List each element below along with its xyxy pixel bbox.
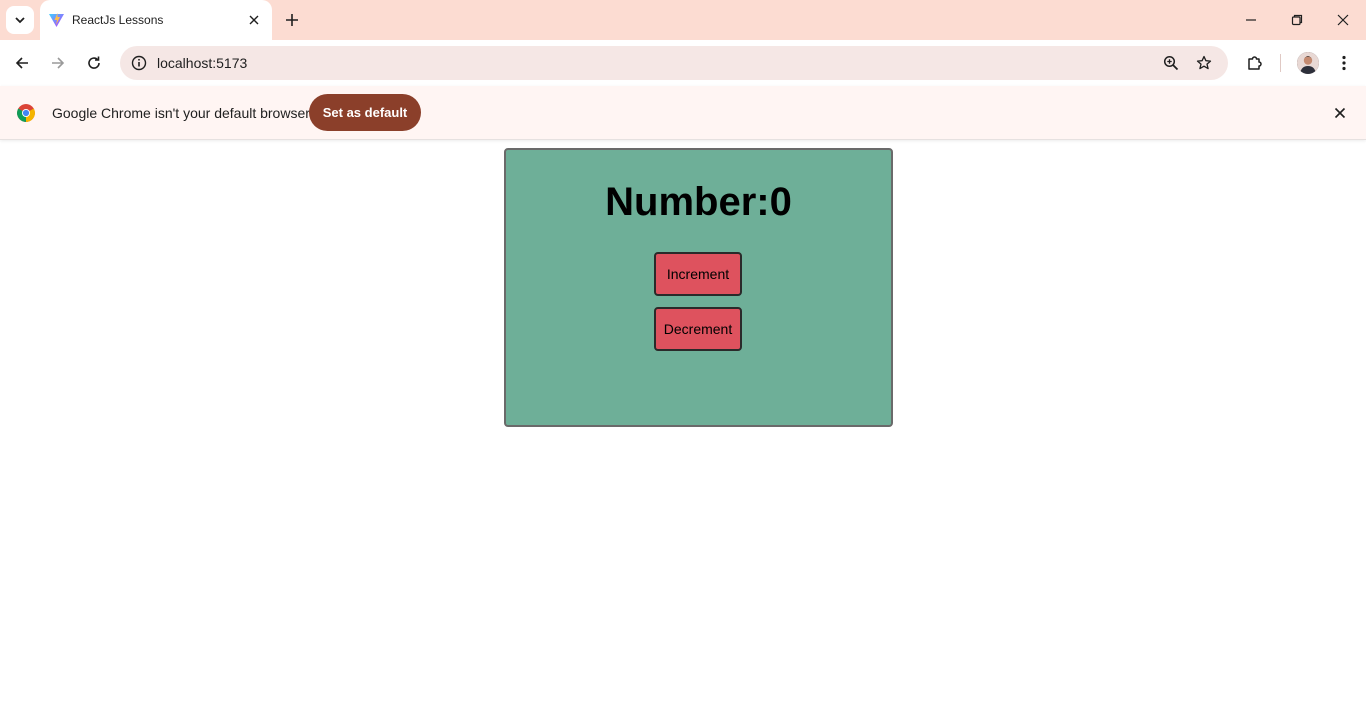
vite-favicon-icon — [49, 13, 64, 27]
window-close-button[interactable] — [1320, 0, 1366, 40]
back-button[interactable] — [8, 49, 36, 77]
forward-icon — [52, 57, 65, 69]
info-icon — [131, 55, 147, 71]
reload-button[interactable] — [80, 49, 108, 77]
chrome-logo-icon — [17, 104, 35, 122]
address-bar[interactable]: localhost:5173 — [120, 46, 1228, 80]
avatar-icon — [1297, 52, 1319, 74]
new-tab-button[interactable] — [281, 9, 303, 31]
browser-toolbar: localhost:5173 — [0, 40, 1366, 86]
close-icon — [1337, 14, 1349, 26]
zoom-button[interactable] — [1160, 52, 1182, 74]
extensions-icon — [1248, 56, 1262, 70]
increment-button[interactable]: Increment — [654, 252, 742, 296]
default-browser-infobar: Google Chrome isn't your default browser… — [0, 86, 1366, 140]
more-icon — [1342, 55, 1346, 71]
restore-button[interactable] — [1274, 0, 1320, 40]
set-as-default-button[interactable]: Set as default — [309, 94, 421, 131]
bookmark-button[interactable] — [1193, 52, 1215, 74]
forward-button[interactable] — [44, 49, 72, 77]
chevron-down-icon — [15, 17, 25, 24]
close-icon — [1334, 107, 1346, 119]
zoom-icon — [1163, 55, 1179, 71]
star-icon — [1196, 55, 1212, 70]
profile-avatar[interactable] — [1297, 52, 1319, 74]
counter-card: Number:0 Increment Decrement — [504, 148, 893, 427]
browser-tab[interactable]: ReactJs Lessons — [40, 0, 272, 40]
extensions-button[interactable] — [1243, 51, 1267, 75]
reload-icon — [88, 56, 100, 69]
tab-close-button[interactable] — [245, 11, 263, 29]
infobar-close-button[interactable] — [1330, 103, 1350, 123]
site-info-button[interactable] — [128, 52, 150, 74]
tab-search-button[interactable] — [6, 6, 34, 34]
decrement-button[interactable]: Decrement — [654, 307, 742, 351]
restore-icon — [1291, 14, 1303, 26]
url-text: localhost:5173 — [157, 55, 248, 71]
tab-title: ReactJs Lessons — [72, 13, 164, 27]
number-heading: Number:0 — [605, 180, 792, 224]
close-icon — [249, 15, 259, 25]
toolbar-divider — [1280, 54, 1281, 72]
menu-button[interactable] — [1332, 51, 1356, 75]
infobar-message: Google Chrome isn't your default browser — [52, 105, 310, 121]
plus-icon — [286, 14, 298, 26]
back-icon — [15, 57, 28, 69]
minimize-button[interactable] — [1228, 0, 1274, 40]
tab-strip: ReactJs Lessons — [0, 0, 1366, 40]
minimize-icon — [1246, 19, 1256, 21]
